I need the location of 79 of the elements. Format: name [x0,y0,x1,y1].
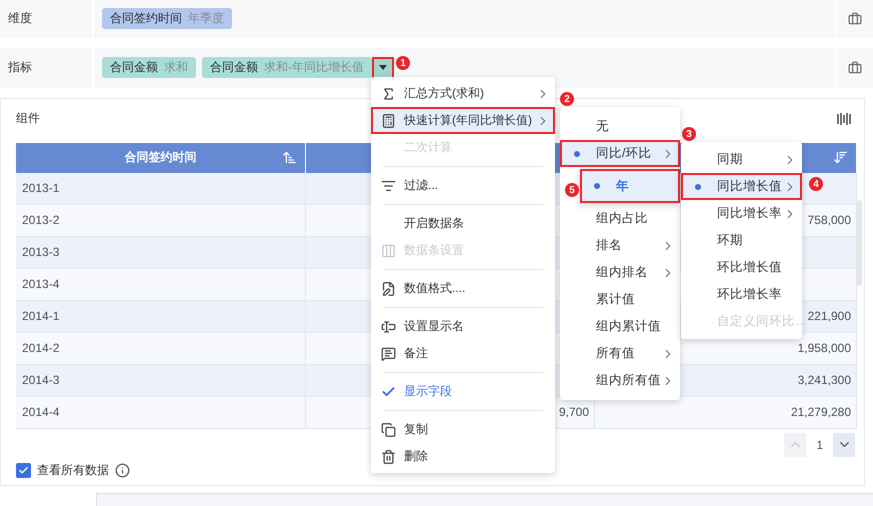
table-cell: 2014-3 [22,373,60,387]
menu-item[interactable]: 同期 [681,146,802,173]
menu-item[interactable]: 组内所有值 [560,367,680,394]
menu-item[interactable]: 排名 [560,232,680,259]
table-cell: 3,241,300 [798,373,851,387]
menu-item[interactable]: 同比增长率 [681,200,802,227]
menu-item[interactable]: 复制 [371,416,555,443]
table-cell: 2014-1 [22,309,60,323]
file-pen-icon [381,281,396,296]
menu-item[interactable]: 所有值 [560,340,680,367]
menu-item[interactable]: 同比/环比 [560,140,680,167]
menu-item[interactable]: 删除 [371,443,555,470]
selected-dot-icon [574,150,580,156]
panel-title: 组件 [16,110,40,127]
table-cell: 2013-1 [22,181,60,195]
trash-icon [381,449,396,464]
step-marker: 2 [560,92,574,106]
checkbox[interactable] [16,463,31,478]
dropdown-button[interactable] [372,56,394,79]
table-cell: 2013-2 [22,213,60,227]
check-icon [18,465,29,476]
sort-icon[interactable] [282,150,297,164]
briefcase-icon[interactable] [848,60,862,75]
caret-icon [379,65,387,70]
menu-item[interactable]: 环期 [681,227,802,254]
next-page-button[interactable] [833,432,855,456]
table-cell: 9,700 [558,405,589,419]
calculator-icon [381,113,396,128]
menu-item[interactable]: 组内占比 [560,205,680,232]
checkbox-label: 查看所有数据 [37,462,109,480]
selected-dot-icon [695,184,701,190]
menu-item[interactable]: 备注 [371,340,555,367]
menu-item[interactable]: 数值格式.... [371,275,555,302]
table-cell: 2013-4 [22,277,60,291]
menu-item[interactable]: 过滤... [371,172,555,199]
selected-dot-icon [594,183,600,189]
bars-icon[interactable] [837,112,851,124]
menu-item[interactable]: 汇总方式(求和) [371,80,555,107]
table-cell: 21,279,280 [790,405,851,419]
info-icon[interactable] [115,463,130,478]
columns-icon [381,243,396,258]
row-label: 维度 [8,10,32,28]
menu-item[interactable]: 同比增长值 [681,173,802,200]
page-number: 1 [816,438,823,452]
field-chip[interactable]: 合同金额 求和-年同比增长值 [202,57,372,78]
menu-item[interactable]: 环比增长值 [681,254,802,281]
table-cell: 2014-4 [22,405,60,419]
menu-item[interactable]: 组内累计值 [560,313,680,340]
menu-item[interactable]: 累计值 [560,286,680,313]
table-cell: 1,958,000 [798,341,851,355]
aggregation-label: 求和 [164,59,188,76]
aggregation-label: 年季度 [188,10,224,28]
menu-item[interactable]: 设置显示名 [371,313,555,340]
copy-icon [381,422,396,437]
scrollbar[interactable] [856,200,862,286]
menu-item[interactable]: 无 [560,113,680,140]
field-chip[interactable]: 合同金额 求和 [102,57,196,78]
aggregation-label: 求和-年同比增长值 [264,59,364,76]
text-cursor-icon [381,319,396,334]
sigma-icon [381,86,396,101]
menu-item[interactable]: 快速计算(年同比增长值) [371,107,555,134]
table-cell: 2014-2 [22,341,60,355]
table-cell: 758,000 [808,213,851,227]
table-cell: 2013-3 [22,245,60,259]
field-chip[interactable]: 合同签约时间 年季度 [102,8,232,30]
sort-icon[interactable] [833,150,848,164]
menu-item[interactable]: 组内排名 [560,259,680,286]
filter-icon [381,178,396,193]
comment-icon [381,346,396,361]
row-label: 指标 [8,59,32,76]
field-name: 合同金额 [210,59,258,76]
menu-item[interactable]: 年 [580,169,680,203]
table-cell: 221,900 [808,309,851,323]
menu-item[interactable]: 开启数据条 [371,210,555,237]
briefcase-icon[interactable] [848,12,862,26]
field-name: 合同金额 [110,59,158,76]
menu-item[interactable]: 显示字段 [371,378,555,405]
field-name: 合同签约时间 [110,10,182,28]
menu-item[interactable]: 环比增长率 [681,281,802,308]
